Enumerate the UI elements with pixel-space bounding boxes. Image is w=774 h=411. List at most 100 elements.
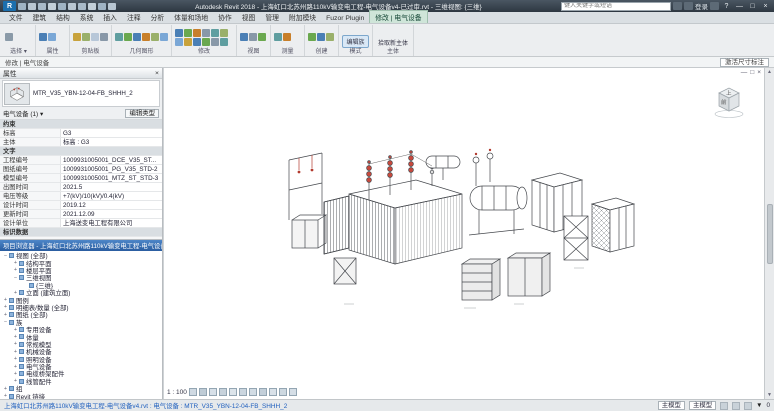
quick-access-button[interactable] (58, 3, 66, 10)
tree-expander[interactable]: + (12, 371, 19, 377)
tree-expander[interactable]: + (2, 393, 9, 399)
ribbon-tab[interactable]: 体量和场地 (169, 11, 213, 23)
view-control-button[interactable] (199, 388, 207, 396)
quick-access-button[interactable] (68, 3, 76, 10)
property-value[interactable]: 1009931005001_MTZ_ST_STD-3 (60, 174, 162, 182)
element-filter[interactable]: 电气设备 (1) ▾ (3, 109, 43, 118)
ribbon-big-button[interactable]: 拾取新主体 (376, 36, 410, 48)
tree-expander[interactable]: − (2, 319, 9, 325)
ribbon-icon-button[interactable] (175, 38, 183, 46)
vertical-scrollbar[interactable]: ▲ ▼ (764, 68, 774, 399)
ribbon-icon-button[interactable] (115, 33, 123, 41)
ribbon-icon-button[interactable] (133, 33, 141, 41)
ribbon-icon-button[interactable] (151, 33, 159, 41)
property-value[interactable]: 标高 : G3 (60, 138, 162, 146)
property-value[interactable]: 2021.5 (60, 183, 162, 191)
quick-access-button[interactable] (28, 3, 36, 10)
workset-dropdown[interactable]: 主模型 (658, 401, 685, 410)
tree-item[interactable]: + 体量 (0, 333, 162, 340)
ribbon-icon-button[interactable] (202, 38, 210, 46)
ribbon-icon-button[interactable] (211, 29, 219, 37)
ribbon-icon-button[interactable] (283, 33, 291, 41)
tree-expander[interactable]: + (2, 312, 9, 318)
tree-expander[interactable]: + (2, 297, 9, 303)
quick-access-button[interactable] (88, 3, 96, 10)
view-control-button[interactable] (259, 388, 267, 396)
tree-expander[interactable]: + (2, 386, 9, 392)
ribbon-icon-button[interactable] (48, 33, 56, 41)
project-browser-title[interactable]: 项目浏览器 - 上海虹口北苏州路110kV输变电工程-电气设备v4 (0, 240, 162, 251)
minimize-button[interactable]: — (734, 3, 745, 10)
tree-expander[interactable]: + (12, 364, 19, 370)
tree-item[interactable]: + 专用设备 (0, 326, 162, 333)
ribbon-tab[interactable]: 建筑 (28, 11, 52, 23)
ribbon-icon-button[interactable] (308, 33, 316, 41)
activate-dimensions-button[interactable]: 激活尺寸标注 (720, 58, 769, 67)
tree-item[interactable]: + 电气设备 (0, 363, 162, 370)
editable-only-icon[interactable] (720, 402, 728, 410)
ribbon-icon-button[interactable] (124, 33, 132, 41)
ribbon-icon-button[interactable] (211, 38, 219, 46)
ribbon-icon-button[interactable] (91, 33, 99, 41)
type-selector[interactable]: MTR_V35_YBN-12-04-FB_SHHH_2 (2, 80, 160, 107)
tree-item[interactable]: − 族 (0, 319, 162, 326)
property-value[interactable]: 上海送变电工程有限公司 (60, 219, 162, 227)
quick-access-button[interactable] (98, 3, 106, 10)
properties-close-icon[interactable]: × (155, 70, 159, 77)
ribbon-icon-button[interactable] (73, 33, 81, 41)
ribbon-tab[interactable]: 结构 (51, 11, 75, 23)
view-control-button[interactable] (239, 388, 247, 396)
property-value[interactable]: 1009931005001_DCE_V35_ST... (60, 156, 162, 164)
tree-expander[interactable]: + (12, 349, 19, 355)
ribbon-tab[interactable]: Fuzor Plugin (321, 14, 369, 23)
viewcube[interactable]: 上 前 (710, 82, 748, 120)
ribbon-icon-button[interactable] (220, 38, 228, 46)
view-control-button[interactable] (279, 388, 287, 396)
property-value[interactable]: 2021.12.09 (60, 210, 162, 218)
restore-button[interactable]: □ (747, 3, 758, 10)
quick-access-button[interactable] (38, 3, 46, 10)
ribbon-tab[interactable]: 视图 (237, 11, 261, 23)
ribbon-icon-button[interactable] (39, 33, 47, 41)
model-3d-wireframe[interactable] (164, 68, 764, 399)
ribbon-tab[interactable]: 管理 (260, 11, 284, 23)
ribbon-icon-button[interactable] (184, 29, 192, 37)
scrollbar-thumb[interactable] (767, 204, 773, 264)
property-value[interactable]: G3 (60, 129, 162, 137)
ribbon-icon-button[interactable] (160, 33, 168, 41)
ribbon-tab[interactable]: 修改 | 电气设备 (369, 10, 427, 23)
view-scale[interactable]: 1 : 100 (167, 389, 187, 396)
tree-expander[interactable]: + (2, 304, 9, 310)
ribbon-icon-button[interactable] (100, 33, 108, 41)
scroll-up-icon[interactable]: ▲ (767, 69, 772, 75)
ribbon-icon-button[interactable] (317, 33, 325, 41)
ribbon-icon-button[interactable] (142, 33, 150, 41)
ribbon-tab[interactable]: 文件 (4, 11, 28, 23)
quick-access-button[interactable] (48, 3, 56, 10)
tree-expander[interactable]: + (12, 267, 19, 273)
tree-item[interactable]: + 结构平面 (0, 259, 162, 266)
ribbon-big-button[interactable]: 编辑族 (342, 35, 369, 48)
tree-expander[interactable]: + (12, 334, 19, 340)
tree-item[interactable]: − 视图 (全部) (0, 252, 162, 259)
ribbon-tab[interactable]: 协作 (213, 11, 237, 23)
tree-item[interactable]: + 线管配件 (0, 378, 162, 385)
view-control-button[interactable] (209, 388, 217, 396)
tree-expander[interactable]: − (2, 253, 9, 259)
ribbon-icon-button[interactable] (193, 29, 201, 37)
property-value[interactable]: 2019.12 (60, 201, 162, 209)
tree-expander[interactable]: − (12, 275, 19, 281)
ribbon-icon-button[interactable] (326, 33, 334, 41)
ribbon-icon-button[interactable] (5, 33, 13, 41)
tree-item[interactable]: + 电缆桥架配件 (0, 370, 162, 377)
ribbon-icon-button[interactable] (175, 29, 183, 37)
ribbon-icon-button[interactable] (184, 38, 192, 46)
tree-expander[interactable]: + (12, 341, 19, 347)
tree-item[interactable]: + 常规模型 (0, 341, 162, 348)
sign-in[interactable]: 登录 (684, 1, 708, 11)
tree-item[interactable]: + 楼层平面 (0, 267, 162, 274)
ribbon-tab[interactable]: 系统 (75, 11, 99, 23)
edit-type-button[interactable]: 编辑类型 (125, 109, 159, 118)
ribbon-tab[interactable]: 插入 (98, 11, 122, 23)
search-icon[interactable] (673, 2, 682, 10)
